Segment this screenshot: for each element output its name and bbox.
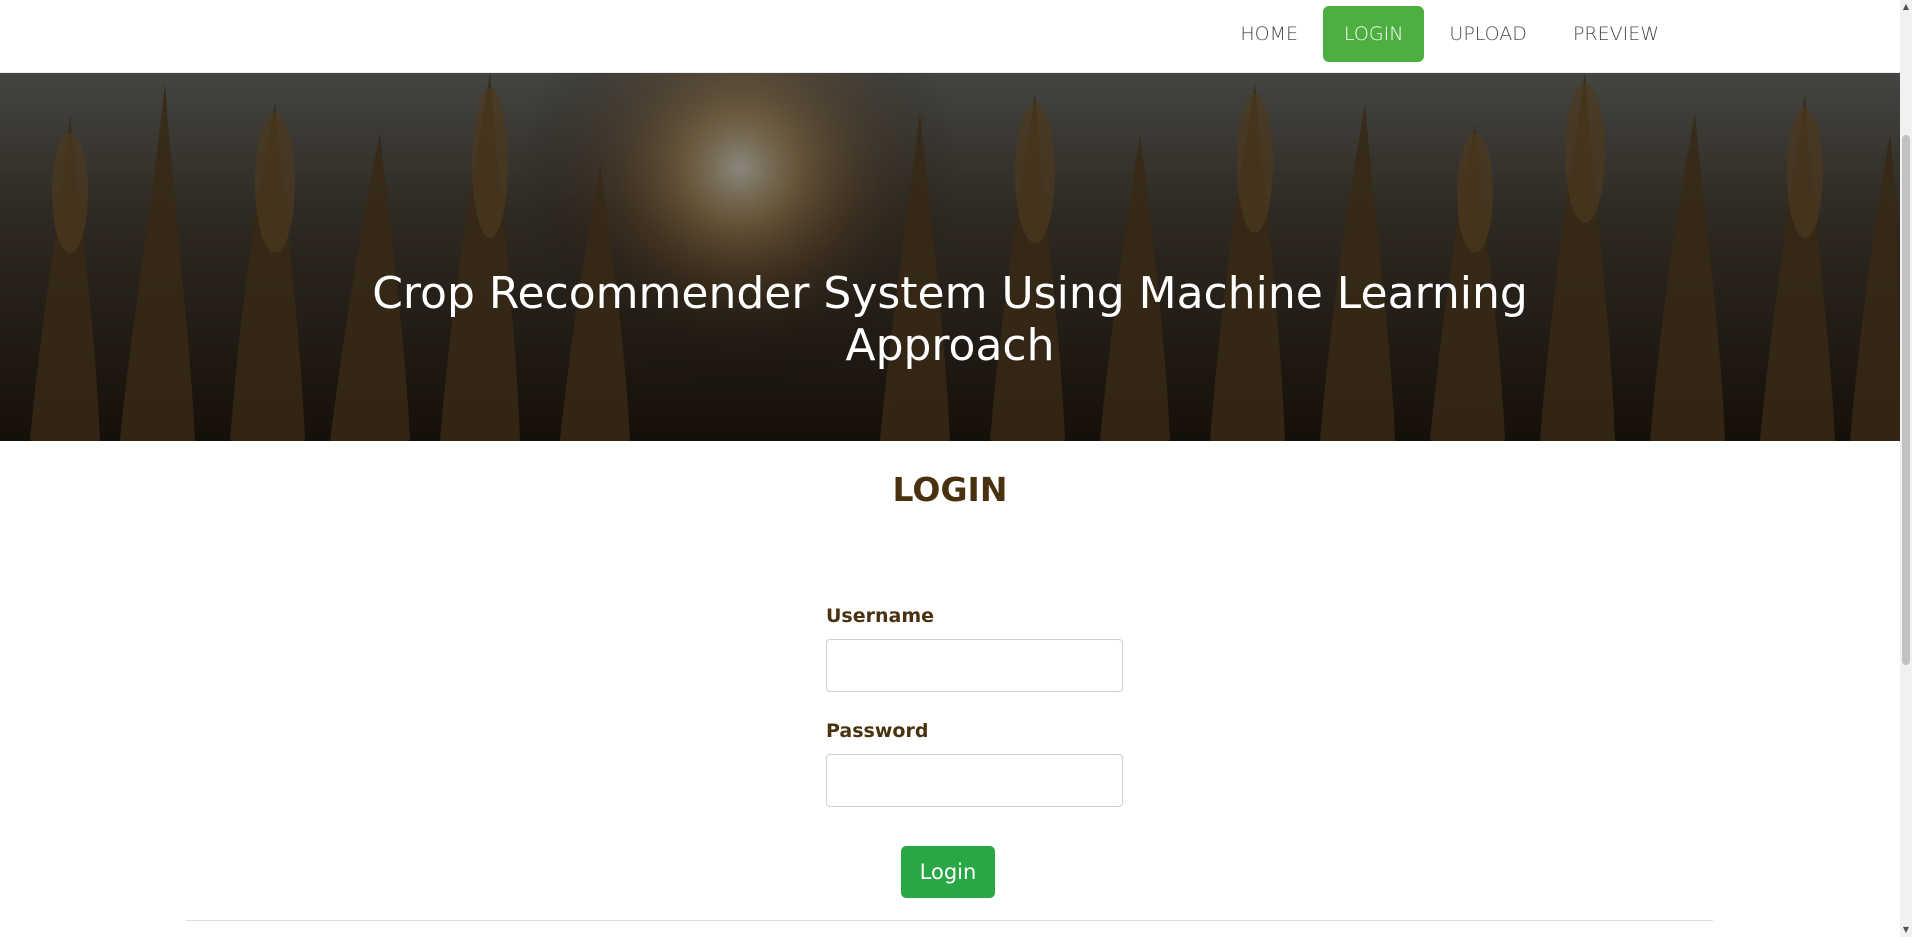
password-label: Password (826, 720, 929, 742)
scrollbar[interactable]: ▲ ▼ (1900, 0, 1912, 937)
password-field-group: Password (826, 720, 1123, 807)
nav-item-home[interactable]: HOME (1219, 6, 1319, 62)
nav-item-preview[interactable]: PREVIEW (1552, 6, 1680, 62)
username-label: Username (826, 605, 935, 627)
nav-item-upload[interactable]: UPLOAD (1428, 6, 1548, 62)
login-button[interactable]: Login (901, 846, 995, 898)
login-heading: LOGIN (892, 470, 1008, 509)
scroll-thumb[interactable] (1902, 135, 1910, 665)
scroll-down-arrow-icon[interactable]: ▼ (1900, 923, 1912, 937)
navbar: HOME LOGIN UPLOAD PREVIEW (0, 0, 1900, 73)
username-field-group: Username (826, 605, 1123, 692)
page: HOME LOGIN UPLOAD PREVIEW Crop Recommend… (0, 0, 1912, 937)
hero-title: Crop Recommender System Using Machine Le… (372, 268, 1528, 371)
nav-menu: HOME LOGIN UPLOAD PREVIEW (1219, 6, 1680, 62)
hero-overlay (0, 73, 1900, 441)
scroll-up-arrow-icon[interactable]: ▲ (1900, 0, 1912, 14)
hero-banner: Crop Recommender System Using Machine Le… (0, 73, 1900, 441)
nav-item-login[interactable]: LOGIN (1323, 6, 1425, 62)
username-input[interactable] (826, 639, 1123, 692)
divider (186, 920, 1713, 921)
password-input[interactable] (826, 754, 1123, 807)
login-form: Username Password (826, 605, 1123, 835)
